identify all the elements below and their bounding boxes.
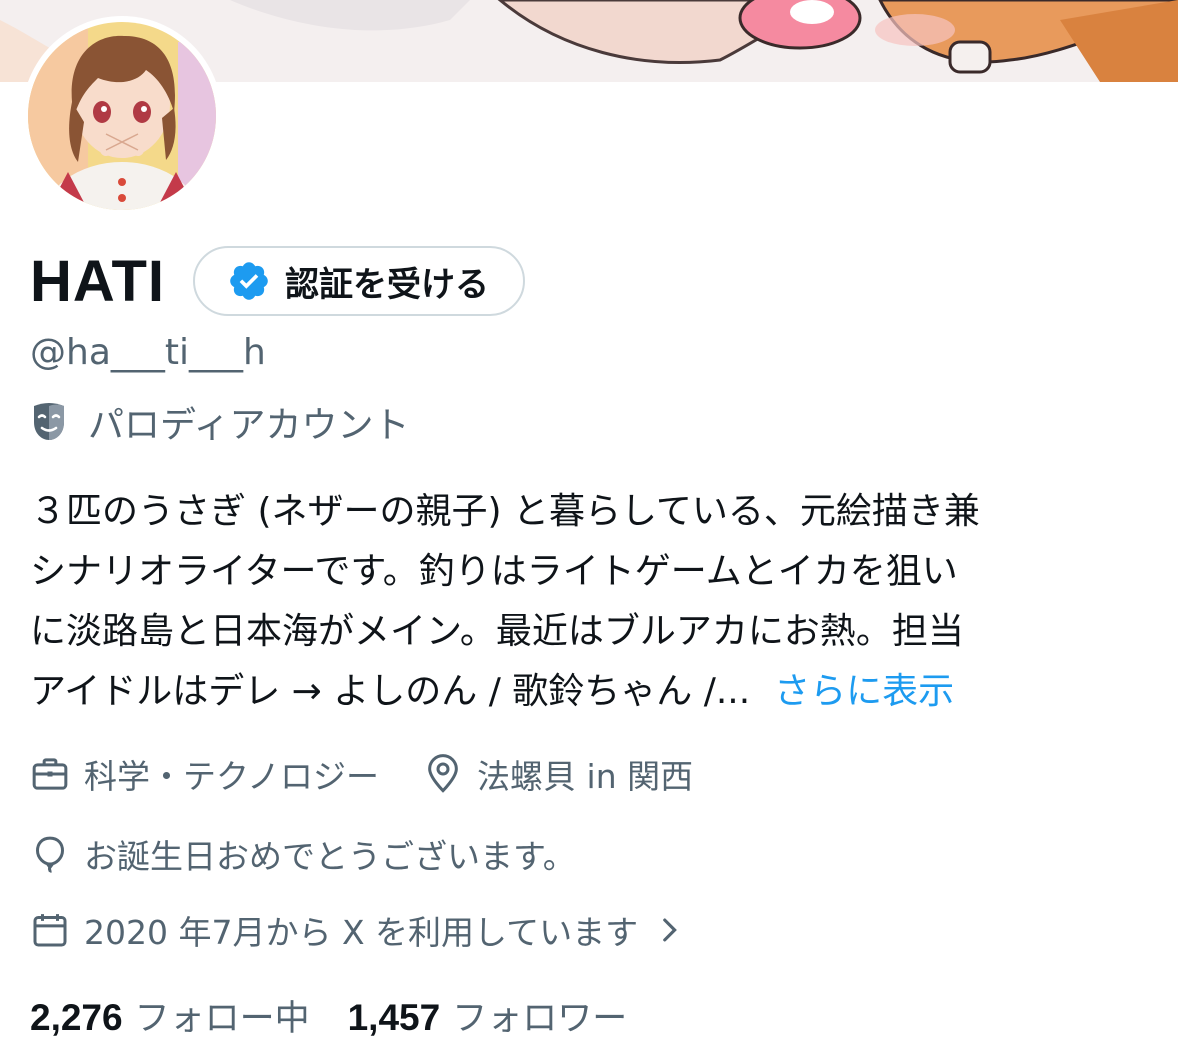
following-label: フォロー中 <box>134 999 310 1039</box>
name-row: HATI 認証を受ける <box>30 246 526 316</box>
parody-mask-icon <box>34 403 64 440</box>
profile-category[interactable]: 科学・テクノロジー <box>84 750 379 798</box>
follow-stats: 2,276 フォロー中 1,457 フォロワー <box>30 990 627 1041</box>
parody-label-text: パロディアカウント <box>88 405 410 446</box>
calendar-icon <box>33 914 67 947</box>
following-count: 2,276 <box>30 997 123 1038</box>
display-name: HATI <box>30 248 166 314</box>
followers-label: フォロワー <box>452 999 628 1039</box>
bio-line: ３匹のうさぎ (ネザーの親子) と暮らしている、元絵描き兼 <box>30 491 980 532</box>
bio-line: に淡路島と日本海がメイン。最近はブルアカにお熱。担当 <box>30 611 964 652</box>
show-more-link[interactable]: さらに表示 <box>774 671 954 712</box>
balloon-icon <box>35 836 65 874</box>
followers-link[interactable]: 1,457 フォロワー <box>348 990 628 1041</box>
bio-line: シナリオライターです。釣りはライトゲームとイカを狙い <box>30 551 958 592</box>
profile-location: 法螺貝 in 関西 <box>477 757 694 796</box>
briefcase-icon <box>32 758 68 790</box>
profile-joined-row[interactable]: 2020 年7月から X を利用しています <box>30 906 686 954</box>
chevron-right-icon <box>663 918 677 942</box>
profile-joined-date[interactable]: 2020 年7月から X を利用しています <box>84 906 638 954</box>
following-link[interactable]: 2,276 フォロー中 <box>30 990 310 1041</box>
profile-meta-row: 科学・テクノロジー 法螺貝 in 関西 <box>30 750 693 798</box>
get-verified-button[interactable]: 認証を受ける <box>193 246 526 316</box>
bio-line-last: アイドルはデレ → よしのん / 歌鈴ちゃん /... さらに表示 <box>30 662 1140 722</box>
parody-account-label: パロディアカウント <box>30 396 409 448</box>
avatar[interactable] <box>22 16 222 216</box>
location-pin-icon <box>428 754 458 793</box>
profile-bio: ３匹のうさぎ (ネザーの親子) と暮らしている、元絵描き兼 シナリオライターです… <box>30 482 1140 722</box>
user-handle: @ha___ti___h <box>30 332 266 373</box>
avatar-image <box>28 22 216 210</box>
bio-line-text: アイドルはデレ → よしのん / 歌鈴ちゃん /... <box>30 671 751 712</box>
verified-badge-icon <box>230 262 268 300</box>
profile-birthday-row: お誕生日おめでとうございます。 <box>30 830 576 878</box>
get-verified-label: 認証を受ける <box>285 264 490 305</box>
profile-birthday: お誕生日おめでとうございます。 <box>84 837 576 876</box>
followers-count: 1,457 <box>347 997 441 1038</box>
